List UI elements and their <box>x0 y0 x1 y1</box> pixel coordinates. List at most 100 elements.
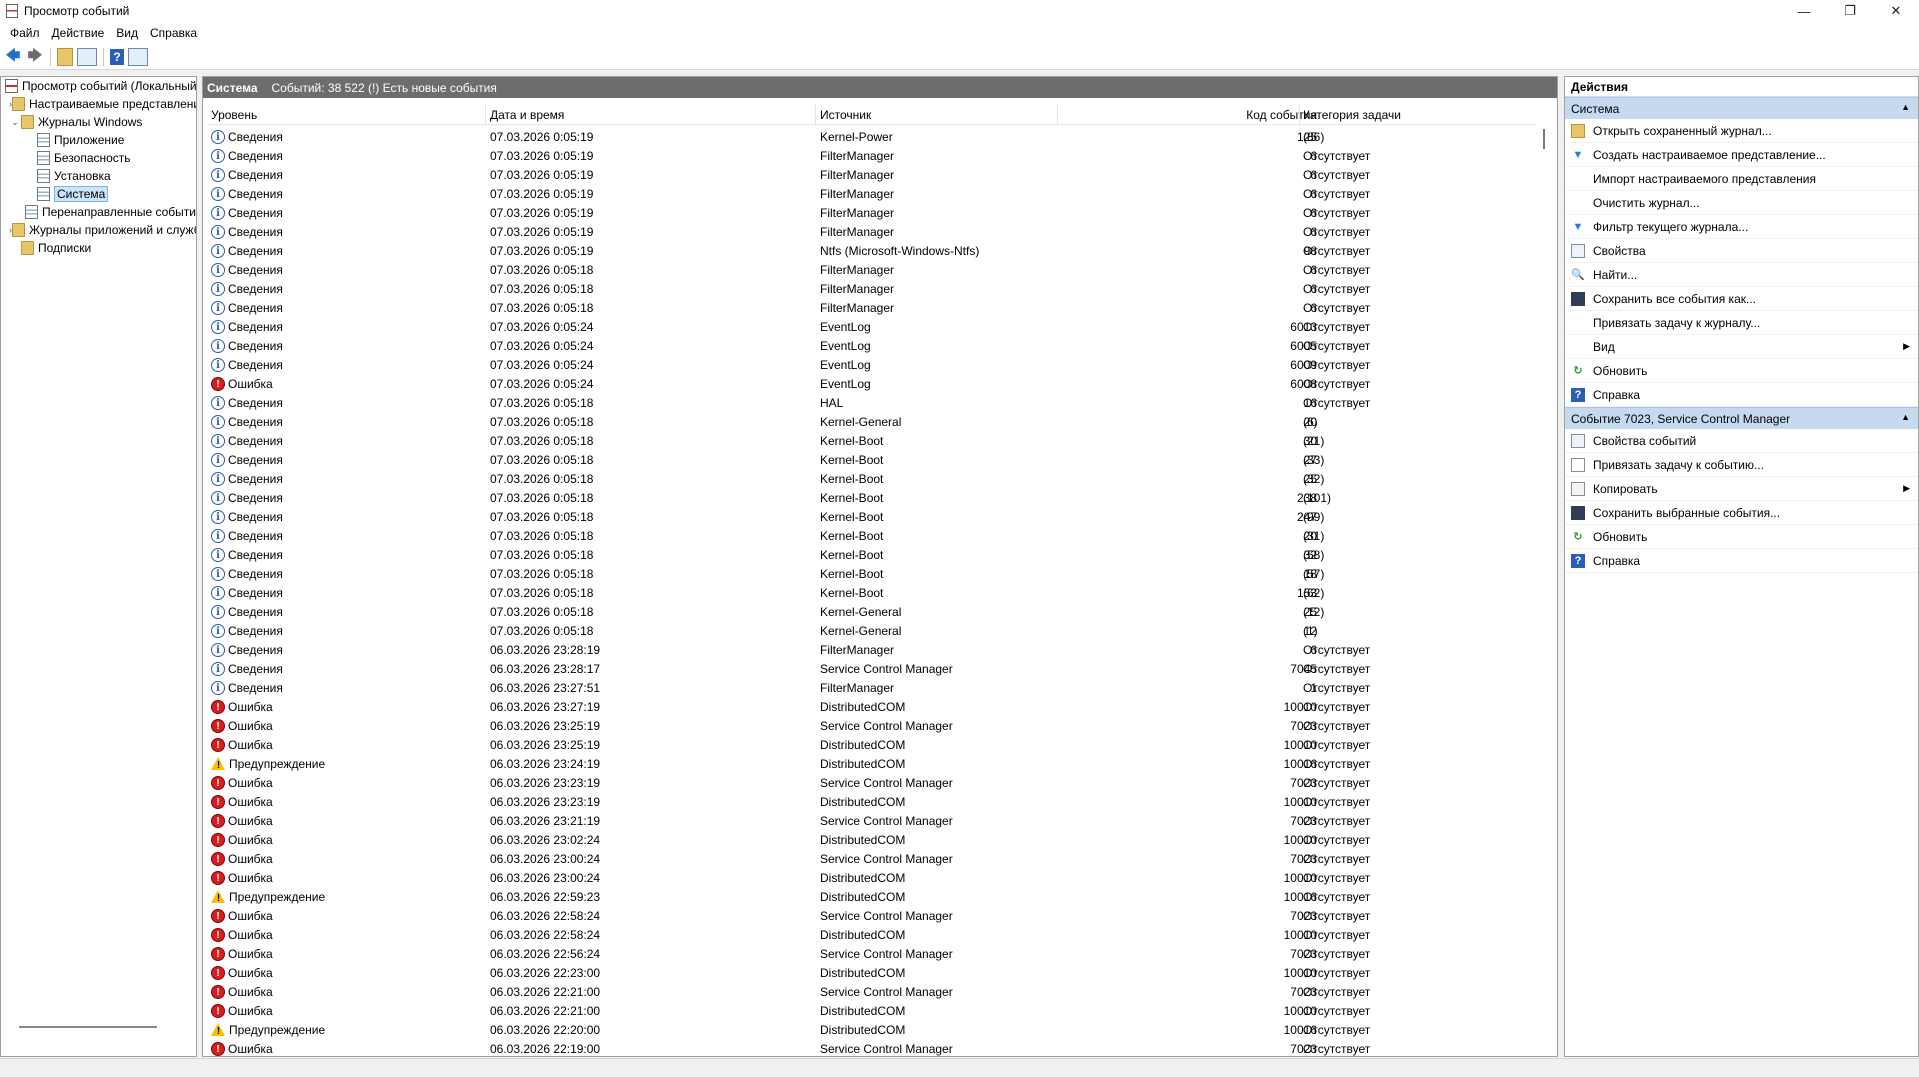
event-row[interactable]: i Сведения 06.03.2026 23:27:51 FilterManage… <box>207 679 1537 698</box>
minimize-button[interactable]: — <box>1781 0 1827 22</box>
event-row[interactable]: i Сведения 07.03.2026 0:05:19 Kernel-Power 1… <box>207 128 1537 147</box>
restore-button[interactable]: ❐ <box>1827 0 1873 22</box>
event-row[interactable]: ! Ошибка 06.03.2026 22:21:00 Service Contro… <box>207 983 1537 1002</box>
action-item[interactable]: 🔍 Найти... <box>1565 263 1918 287</box>
event-list-vertical-scrollbar[interactable] <box>1543 129 1545 149</box>
event-row[interactable]: ! Ошибка 06.03.2026 22:58:24 Service Contro… <box>207 907 1537 926</box>
event-row[interactable]: i Сведения 07.03.2026 0:05:19 FilterManager… <box>207 185 1537 204</box>
action-item[interactable]: Привязать задачу к событию... <box>1565 453 1918 477</box>
event-row[interactable]: ! Ошибка 06.03.2026 23:23:19 Service Contro… <box>207 774 1537 793</box>
event-row[interactable]: i Сведения 07.03.2026 0:05:18 Kernel-Boot 30… <box>207 432 1537 451</box>
column-divider[interactable] <box>1057 105 1058 125</box>
tree-expander-icon[interactable]: ⌄ <box>9 117 21 128</box>
tree-item[interactable]: ⌄ Журналы Windows <box>1 113 196 131</box>
action-item[interactable]: ↻ Обновить <box>1565 525 1918 549</box>
event-row[interactable]: i Сведения 07.03.2026 0:05:18 Kernel-Boot 23… <box>207 489 1537 508</box>
action-item[interactable]: Сохранить выбранные события... <box>1565 501 1918 525</box>
menu-view[interactable]: Вид <box>110 26 144 40</box>
event-row[interactable]: i Сведения 07.03.2026 0:05:18 Kernel-Boot 20… <box>207 527 1537 546</box>
help-icon[interactable]: ? <box>110 48 124 65</box>
event-row[interactable]: i Сведения 07.03.2026 0:05:18 FilterManager… <box>207 299 1537 318</box>
action-item[interactable]: Свойства событий <box>1565 429 1918 453</box>
menu-help[interactable]: Справка <box>144 26 203 40</box>
event-row[interactable]: i Сведения 07.03.2026 0:05:19 FilterManager… <box>207 204 1537 223</box>
event-row[interactable]: ! Ошибка 07.03.2026 0:05:24 EventLog 6008 Отс… <box>207 375 1537 394</box>
event-row[interactable]: ! Ошибка 06.03.2026 22:58:24 DistributedCOM… <box>207 926 1537 945</box>
event-row[interactable]: i Сведения 07.03.2026 0:05:18 Kernel-Genera… <box>207 622 1537 641</box>
action-item[interactable]: ▼ Фильтр текущего журнала... <box>1565 215 1918 239</box>
column-divider[interactable] <box>1299 105 1300 125</box>
action-item[interactable]: Привязать задачу к журналу... <box>1565 311 1918 335</box>
event-row[interactable]: i Сведения 07.03.2026 0:05:18 Kernel-Boot 18… <box>207 565 1537 584</box>
event-row[interactable]: i Сведения 07.03.2026 0:05:18 HAL 16 Отсутств… <box>207 394 1537 413</box>
tree-item[interactable]: › Настраиваемые представления <box>1 95 196 113</box>
action-item[interactable]: ? Справка <box>1565 549 1918 573</box>
event-row[interactable]: i Сведения 07.03.2026 0:05:19 FilterManager… <box>207 223 1537 242</box>
column-header-source[interactable]: Источник <box>820 108 871 122</box>
event-row[interactable]: i Сведения 06.03.2026 23:28:19 FilterManage… <box>207 641 1537 660</box>
show-hide-action-pane-icon[interactable] <box>128 47 148 66</box>
event-row[interactable]: ! Ошибка 06.03.2026 22:23:00 DistributedCOM… <box>207 964 1537 983</box>
event-row[interactable]: ! Ошибка 06.03.2026 23:21:19 Service Contro… <box>207 812 1537 831</box>
event-row[interactable]: ! Ошибка 06.03.2026 23:25:19 DistributedCOM… <box>207 736 1537 755</box>
column-header-category[interactable]: Категория задачи <box>1303 108 1401 122</box>
column-header-datetime[interactable]: Дата и время <box>490 108 564 122</box>
event-row[interactable]: i Сведения 07.03.2026 0:05:18 Kernel-Boot 24… <box>207 508 1537 527</box>
actions-section-header[interactable]: Система ▲ <box>1565 97 1918 119</box>
event-row[interactable]: ! Ошибка 06.03.2026 23:00:24 DistributedCOM… <box>207 869 1537 888</box>
action-item[interactable]: ▼ Создать настраиваемое представление... <box>1565 143 1918 167</box>
forward-arrow-icon[interactable]: 🡆 <box>26 47 44 66</box>
event-row[interactable]: i Сведения 07.03.2026 0:05:18 Kernel-Boot 32… <box>207 546 1537 565</box>
collapse-icon[interactable]: ▲ <box>1901 412 1910 422</box>
event-row[interactable]: i Сведения 07.03.2026 0:05:18 Kernel-Boot 25… <box>207 470 1537 489</box>
tree-item[interactable]: Просмотр событий (Локальный) <box>1 77 196 95</box>
menu-action[interactable]: Действие <box>46 26 111 40</box>
menu-file[interactable]: Файл <box>4 26 46 40</box>
tree-horizontal-scrollbar[interactable] <box>19 1026 157 1028</box>
event-row[interactable]: i Сведения 07.03.2026 0:05:18 Kernel-Boot 27… <box>207 451 1537 470</box>
show-hide-console-tree-icon[interactable] <box>77 47 97 66</box>
action-item[interactable]: Открыть сохраненный журнал... <box>1565 119 1918 143</box>
event-row[interactable]: i Сведения 07.03.2026 0:05:18 FilterManager… <box>207 261 1537 280</box>
event-row[interactable]: i Сведения 07.03.2026 0:05:24 EventLog 6009 О… <box>207 356 1537 375</box>
event-row[interactable]: ! Предупреждение 06.03.2026 22:59:23 Distri… <box>207 888 1537 907</box>
action-item[interactable]: ? Справка <box>1565 383 1918 407</box>
event-row[interactable]: i Сведения 07.03.2026 0:05:24 EventLog 6013 О… <box>207 318 1537 337</box>
column-divider[interactable] <box>815 105 816 125</box>
event-row[interactable]: i Сведения 07.03.2026 0:05:18 Kernel-Genera… <box>207 413 1537 432</box>
tree-item[interactable]: Система <box>1 185 196 203</box>
tree-item[interactable]: › Журналы приложений и служб <box>1 221 196 239</box>
event-row[interactable]: ! Ошибка 06.03.2026 23:02:24 DistributedCOM… <box>207 831 1537 850</box>
event-row[interactable]: i Сведения 07.03.2026 0:05:18 Kernel-Boot 15… <box>207 584 1537 603</box>
action-item[interactable]: Копировать ▶ <box>1565 477 1918 501</box>
event-row[interactable]: ! Ошибка 06.03.2026 22:19:00 Service Contro… <box>207 1040 1537 1056</box>
tree-item[interactable]: Безопасность <box>1 149 196 167</box>
back-arrow-icon[interactable]: 🡄 <box>4 47 22 66</box>
column-divider[interactable] <box>485 105 486 125</box>
column-header-event-id[interactable]: Код события <box>1217 108 1317 122</box>
tree-item[interactable]: Перенаправленные события <box>1 203 196 221</box>
action-item[interactable]: Вид ▶ <box>1565 335 1918 359</box>
actions-section-header[interactable]: Событие 7023, Service Control Manager ▲ <box>1565 407 1918 429</box>
event-row[interactable]: ! Ошибка 06.03.2026 23:23:19 DistributedCOM… <box>207 793 1537 812</box>
event-row[interactable]: i Сведения 07.03.2026 0:05:24 EventLog 6005 О… <box>207 337 1537 356</box>
action-item[interactable]: Импорт настраиваемого представления <box>1565 167 1918 191</box>
event-row[interactable]: ! Предупреждение 06.03.2026 23:24:19 Distri… <box>207 755 1537 774</box>
tree-item[interactable]: Приложение <box>1 131 196 149</box>
collapse-icon[interactable]: ▲ <box>1901 102 1910 112</box>
event-row[interactable]: ! Ошибка 06.03.2026 22:21:00 DistributedCOM… <box>207 1002 1537 1021</box>
up-folder-icon[interactable] <box>57 47 73 66</box>
tree-item[interactable]: Установка <box>1 167 196 185</box>
event-row[interactable]: ! Предупреждение 06.03.2026 22:20:00 Distri… <box>207 1021 1537 1040</box>
action-item[interactable]: Сохранить все события как... <box>1565 287 1918 311</box>
event-row[interactable]: ! Ошибка 06.03.2026 23:27:19 DistributedCOM… <box>207 698 1537 717</box>
action-item[interactable]: ↻ Обновить <box>1565 359 1918 383</box>
action-item[interactable]: Свойства <box>1565 239 1918 263</box>
event-row[interactable]: i Сведения 06.03.2026 23:28:17 Service Cont… <box>207 660 1537 679</box>
event-row[interactable]: i Сведения 07.03.2026 0:05:19 Ntfs (Microso… <box>207 242 1537 261</box>
column-header-level[interactable]: Уровень <box>211 108 257 122</box>
close-button[interactable]: ✕ <box>1873 0 1919 22</box>
event-row[interactable]: i Сведения 07.03.2026 0:05:18 Kernel-Genera… <box>207 603 1537 622</box>
event-row[interactable]: i Сведения 07.03.2026 0:05:19 FilterManager… <box>207 147 1537 166</box>
event-row[interactable]: i Сведения 07.03.2026 0:05:18 FilterManager… <box>207 280 1537 299</box>
